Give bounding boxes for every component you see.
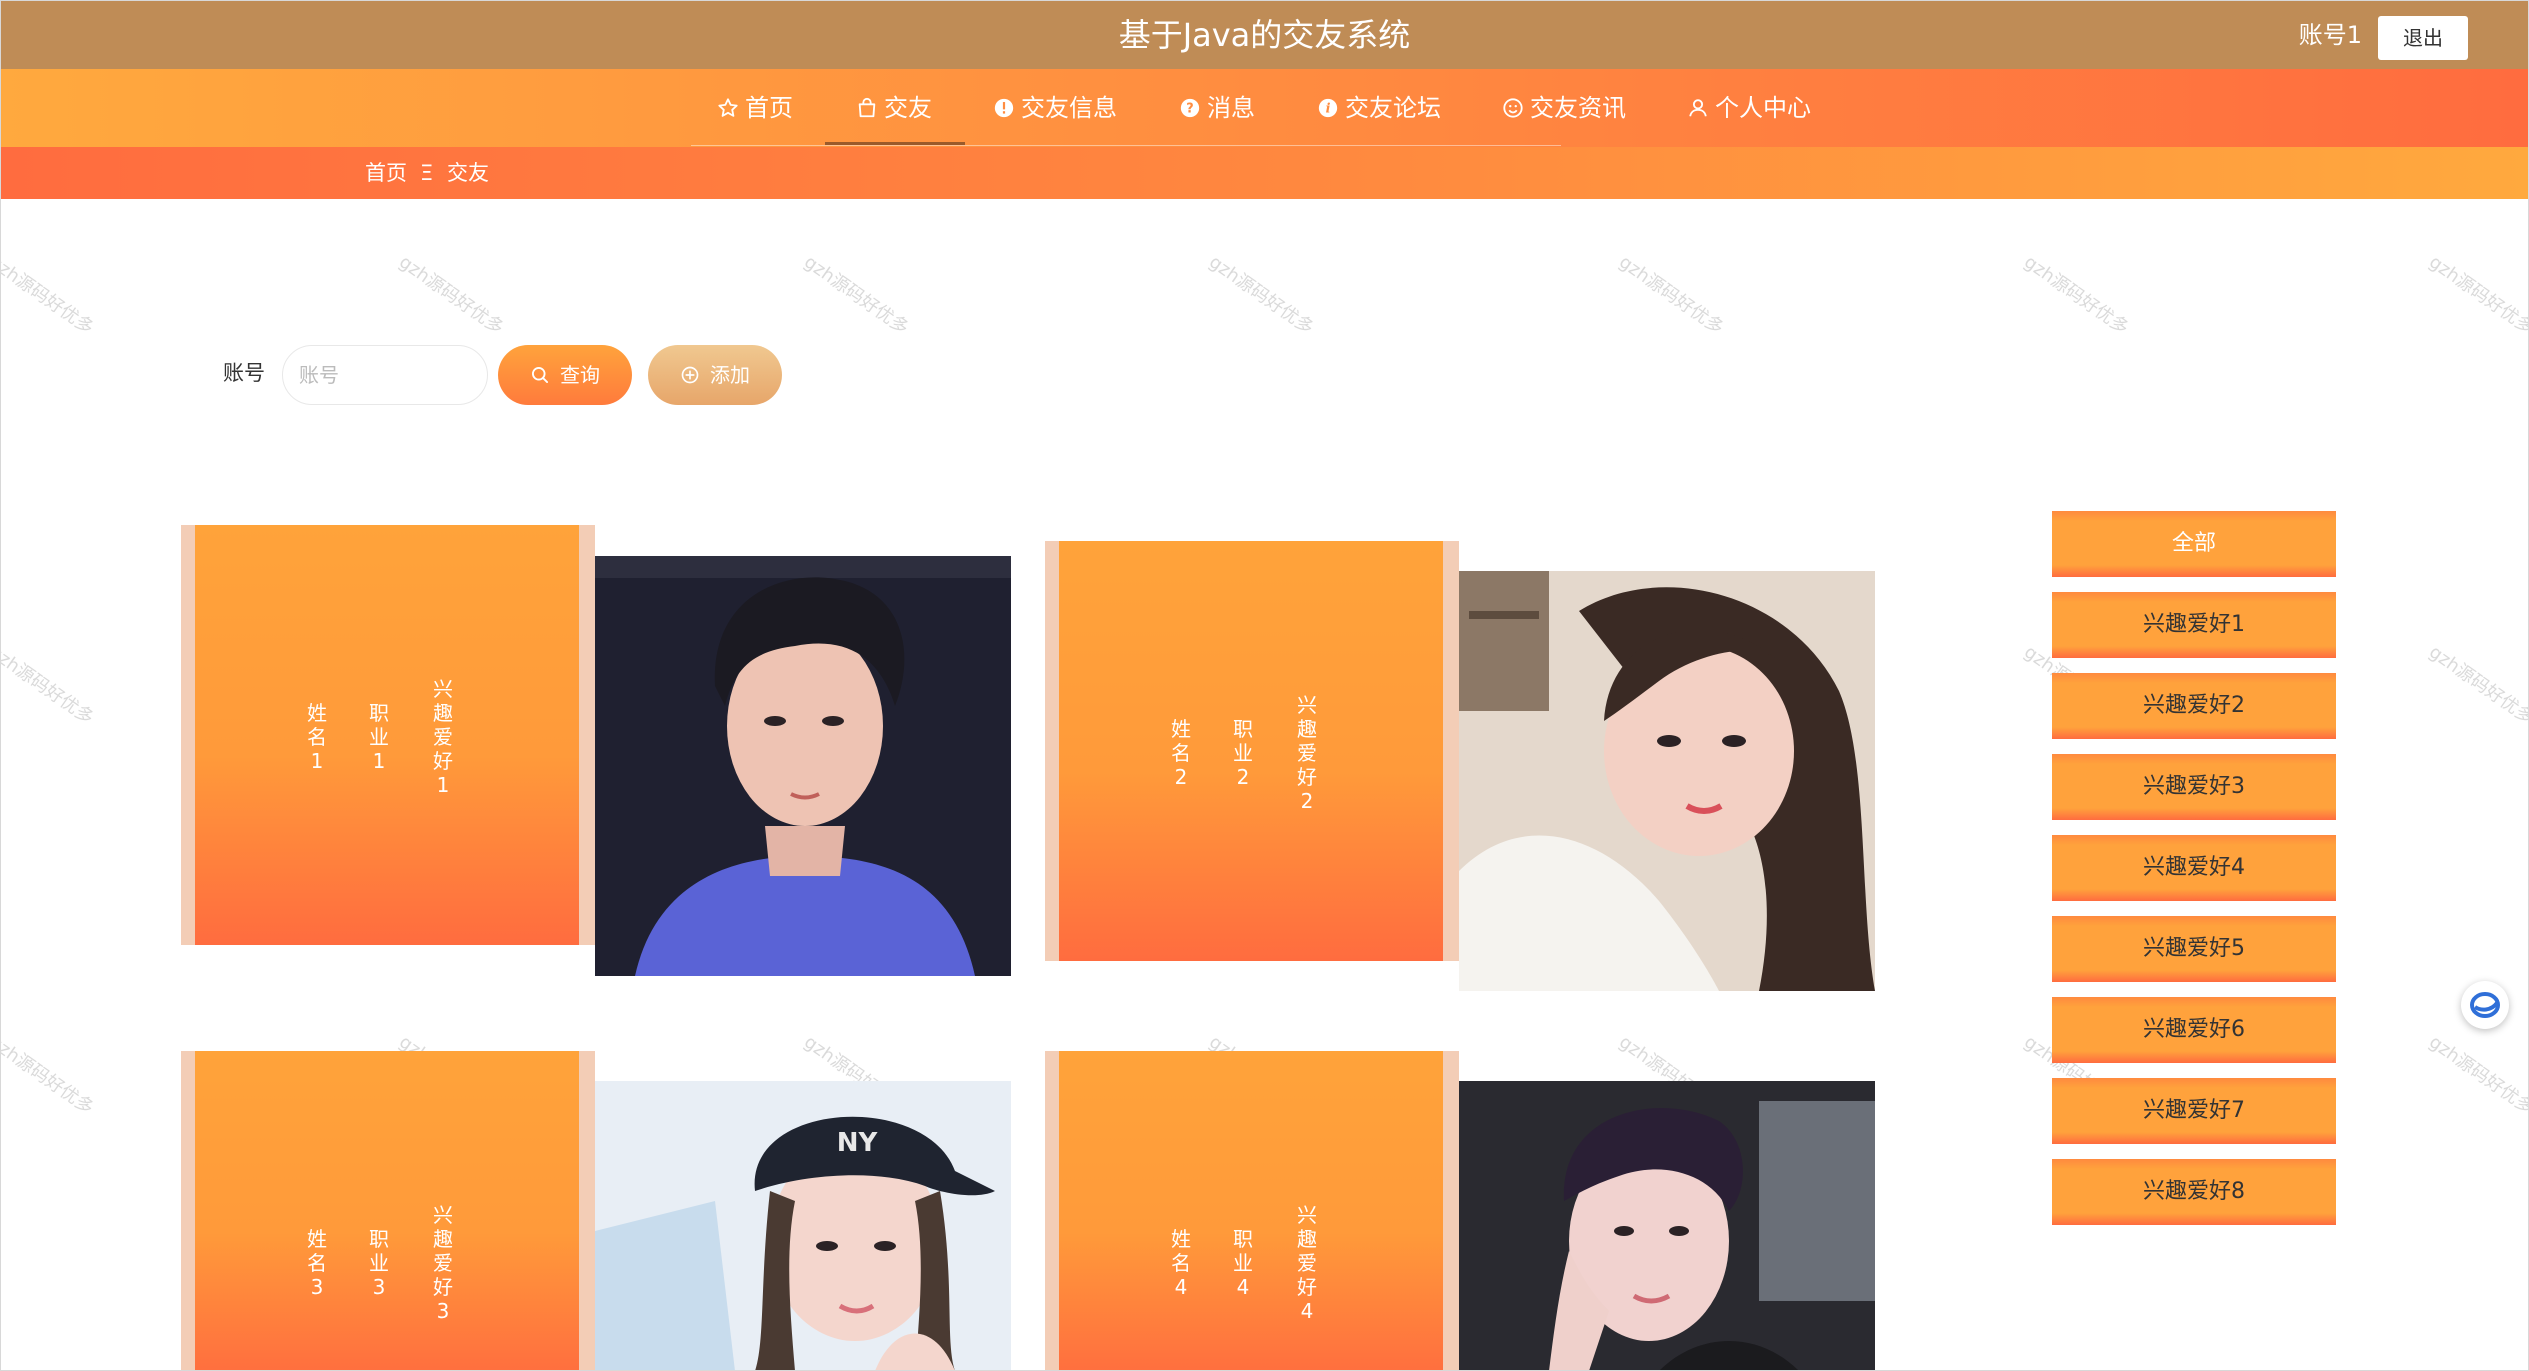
category-item[interactable]: 兴趣爱好6 bbox=[2052, 997, 2336, 1063]
svg-text:NY: NY bbox=[837, 1128, 879, 1158]
category-item[interactable]: 兴趣爱好1 bbox=[2052, 592, 2336, 658]
user-icon bbox=[1689, 99, 1707, 117]
nav-label-messages: 消息 bbox=[1207, 94, 1255, 122]
watermark: gzh源码好优多 bbox=[0, 251, 98, 339]
watermark: gzh源码好优多 bbox=[800, 251, 913, 339]
top-header: 基于Java的交友系统 账号1 退出 bbox=[1, 1, 2528, 69]
question-circle-icon: ? bbox=[1180, 98, 1200, 118]
friend-card[interactable]: 姓名1 职业1 兴趣爱好1 bbox=[181, 525, 595, 945]
category-item[interactable]: 兴趣爱好2 bbox=[2052, 673, 2336, 739]
profile-photo[interactable] bbox=[1459, 571, 1875, 991]
watermark: gzh源码好优多 bbox=[2425, 641, 2529, 729]
info-circle-icon bbox=[994, 98, 1014, 118]
query-button-label: 查询 bbox=[560, 363, 600, 387]
watermark: gzh源码好优多 bbox=[1615, 251, 1728, 339]
watermark: gzh源码好优多 bbox=[1205, 251, 1318, 339]
card-hobby: 兴趣爱好2 bbox=[1297, 693, 1317, 813]
nav-item-messages[interactable]: ? 消息 bbox=[1179, 69, 1255, 147]
profile-photo[interactable] bbox=[1459, 1081, 1875, 1370]
add-button[interactable]: 添加 bbox=[648, 345, 782, 405]
search-label: 账号 bbox=[223, 361, 265, 385]
card-name: 姓名4 bbox=[1171, 1227, 1191, 1299]
nav-label-home: 首页 bbox=[745, 94, 793, 122]
card-hobby: 兴趣爱好3 bbox=[433, 1203, 453, 1323]
floating-assistant-button[interactable] bbox=[2461, 981, 2509, 1029]
nav-item-home[interactable]: 首页 bbox=[717, 69, 793, 147]
main-nav: 首页 交友 交友信息 ? 消息 i 交友论坛 交友资讯 个人中心 bbox=[1, 69, 2528, 147]
watermark: gzh源码好优多 bbox=[395, 251, 508, 339]
nav-label-profile: 个人中心 bbox=[1715, 94, 1811, 122]
nav-item-forum[interactable]: i 交友论坛 bbox=[1317, 69, 1441, 147]
svg-text:i: i bbox=[1326, 102, 1331, 117]
woman-cap-portrait-image: NY bbox=[595, 1081, 1011, 1370]
search-icon bbox=[532, 367, 548, 383]
card-hobby: 兴趣爱好1 bbox=[433, 677, 453, 797]
category-item[interactable]: 兴趣爱好5 bbox=[2052, 916, 2336, 982]
page-frame: 基于Java的交友系统 账号1 退出 首页 交友 交友信息 ? 消息 i 交友论坛 … bbox=[0, 0, 2529, 1371]
profile-photo[interactable]: NY bbox=[595, 1081, 1011, 1370]
site-title: 基于Java的交友系统 bbox=[1118, 16, 1411, 54]
card-strip bbox=[579, 1051, 595, 1370]
svg-text:?: ? bbox=[1186, 102, 1193, 117]
watermark: gzh源码好优多 bbox=[2425, 251, 2529, 339]
logout-button[interactable]: 退出 bbox=[2378, 16, 2468, 60]
card-job: 职业3 bbox=[369, 1227, 389, 1299]
watermark: gzh源码好优多 bbox=[2020, 251, 2133, 339]
watermark: gzh源码好优多 bbox=[0, 641, 98, 729]
category-all[interactable]: 全部 bbox=[2052, 511, 2336, 577]
friend-card[interactable]: 姓名2 职业2 兴趣爱好2 bbox=[1045, 541, 1459, 961]
nav-item-friend-info[interactable]: 交友信息 bbox=[993, 69, 1117, 147]
friend-card[interactable]: 姓名3 职业3 兴趣爱好3 bbox=[181, 1051, 595, 1370]
woman-portrait-image bbox=[1459, 571, 1875, 991]
category-item[interactable]: 兴趣爱好4 bbox=[2052, 835, 2336, 901]
card-job: 职业4 bbox=[1233, 1227, 1253, 1299]
chat-bubble-icon bbox=[2470, 992, 2500, 1018]
breadcrumb-separator: Ξ bbox=[420, 161, 434, 185]
nav-label-news: 交友资讯 bbox=[1530, 94, 1626, 122]
star-icon bbox=[718, 98, 738, 117]
nav-label-friend-info: 交友信息 bbox=[1021, 94, 1117, 122]
category-item[interactable]: 兴趣爱好3 bbox=[2052, 754, 2336, 820]
friend-card[interactable]: 姓名4 职业4 兴趣爱好4 bbox=[1045, 1051, 1459, 1370]
search-input[interactable] bbox=[282, 345, 488, 405]
nav-item-news[interactable]: 交友资讯 bbox=[1502, 69, 1626, 147]
breadcrumb-current: 交友 bbox=[447, 161, 489, 185]
card-job: 职业1 bbox=[369, 701, 389, 773]
nav-item-profile[interactable]: 个人中心 bbox=[1687, 69, 1811, 147]
card-info-panel bbox=[1059, 1051, 1445, 1370]
nav-label-friends: 交友 bbox=[884, 94, 932, 122]
watermark: gzh源码好优多 bbox=[2425, 1031, 2529, 1119]
man-portrait-image bbox=[595, 556, 1011, 976]
category-item[interactable]: 兴趣爱好7 bbox=[2052, 1078, 2336, 1144]
query-button[interactable]: 查询 bbox=[498, 345, 632, 405]
card-info-panel bbox=[195, 1051, 581, 1370]
nav-item-friends[interactable]: 交友 bbox=[856, 69, 932, 147]
card-strip bbox=[1443, 541, 1459, 961]
card-name: 姓名1 bbox=[307, 701, 327, 773]
nav-label-forum: 交友论坛 bbox=[1345, 94, 1441, 122]
profile-photo[interactable] bbox=[595, 556, 1011, 976]
man-selfie-portrait-image bbox=[1459, 1081, 1875, 1370]
account-name[interactable]: 账号1 bbox=[2299, 1, 2362, 69]
card-name: 姓名3 bbox=[307, 1227, 327, 1299]
watermark: gzh源码好优多 bbox=[0, 1031, 98, 1119]
card-name: 姓名2 bbox=[1171, 717, 1191, 789]
breadcrumb-home[interactable]: 首页 bbox=[365, 147, 407, 199]
plus-circle-icon bbox=[681, 366, 699, 384]
breadcrumb: 首页 Ξ 交友 bbox=[1, 147, 2528, 199]
smile-icon bbox=[1503, 98, 1523, 118]
info-icon: i bbox=[1318, 98, 1338, 118]
category-item[interactable]: 兴趣爱好8 bbox=[2052, 1159, 2336, 1225]
card-strip bbox=[1443, 1051, 1459, 1370]
card-hobby: 兴趣爱好4 bbox=[1297, 1203, 1317, 1323]
bag-icon bbox=[858, 97, 876, 118]
card-job: 职业2 bbox=[1233, 717, 1253, 789]
add-button-label: 添加 bbox=[710, 363, 750, 387]
card-strip bbox=[579, 525, 595, 945]
